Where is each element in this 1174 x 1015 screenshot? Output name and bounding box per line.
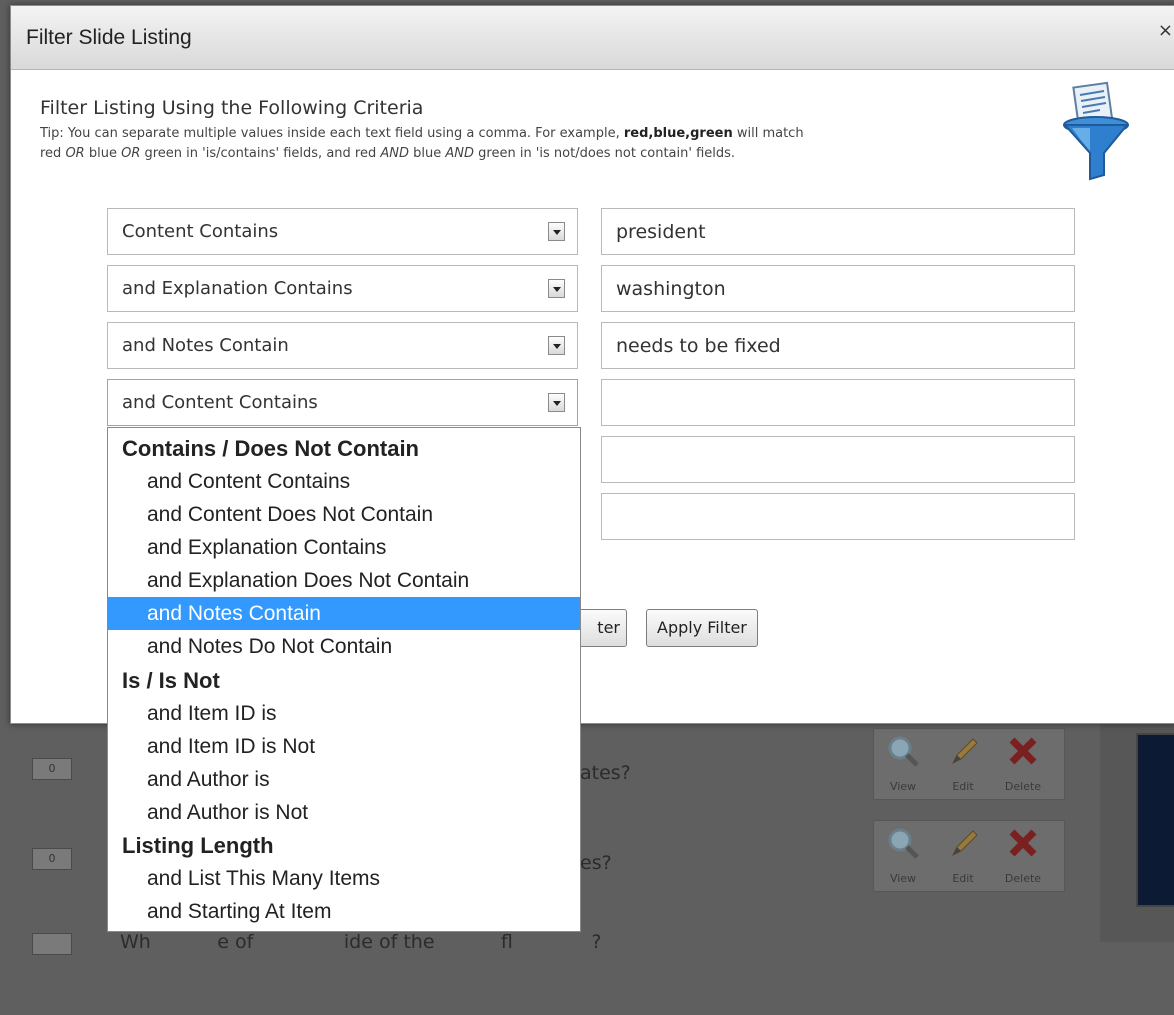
vote-count — [32, 933, 72, 955]
criteria-select-value: and Content Contains — [122, 392, 318, 413]
dropdown-option[interactable]: and Content Does Not Contain — [108, 498, 580, 531]
dropdown-option[interactable]: and Explanation Does Not Contain — [108, 564, 580, 597]
criteria-select-3[interactable]: and Notes Contain — [107, 322, 578, 369]
criteria-value-field-5[interactable] — [601, 436, 1075, 483]
chevron-down-icon[interactable] — [548, 393, 565, 412]
tip-or: OR — [121, 146, 141, 161]
vote-count: 0 — [32, 758, 72, 780]
row-actions: View Edit Delete — [873, 820, 1065, 892]
pencil-icon — [951, 738, 978, 765]
tip-line2-part: blue — [409, 146, 446, 161]
dropdown-group-label: Is / Is Not — [122, 668, 220, 693]
pencil-icon — [951, 830, 978, 857]
chevron-down-icon[interactable] — [548, 222, 565, 241]
criteria-select-4[interactable]: and Content Contains — [107, 379, 578, 426]
dropdown-option-selected[interactable]: and Notes Contain — [108, 597, 580, 630]
tip-line2-part: blue — [84, 146, 122, 161]
filter-funnel-icon — [1062, 81, 1130, 181]
delete-icon — [1009, 829, 1037, 857]
tip-line1-prefix: Tip: You can separate multiple values in… — [40, 126, 624, 141]
dropdown-option[interactable]: and Starting At Item — [108, 895, 580, 928]
tip-line2-part: green in 'is/contains' fields, and red — [140, 146, 381, 161]
dropdown-option[interactable]: and List This Many Items — [108, 862, 580, 895]
question-text[interactable]: ates? — [580, 762, 631, 784]
tip-example: red,blue,green — [623, 126, 733, 141]
dropdown-group-label: Listing Length — [122, 833, 274, 858]
tip-and: AND — [445, 146, 475, 161]
question-text[interactable]: es? — [580, 852, 612, 874]
criteria-select-value: and Explanation Contains — [122, 278, 353, 299]
delete-button[interactable]: Delete — [996, 729, 1050, 799]
slide-thumbnail[interactable] — [1136, 733, 1174, 907]
delete-label: Delete — [1004, 872, 1042, 885]
dropdown-option[interactable]: and Author is — [108, 763, 580, 796]
criteria-value-field-2[interactable] — [601, 265, 1075, 312]
criteria-value-field-1[interactable] — [601, 208, 1075, 255]
row-actions: View Edit Delete — [873, 728, 1065, 800]
delete-button[interactable]: Delete — [996, 821, 1050, 891]
magnifier-icon — [888, 736, 919, 767]
dropdown-option[interactable]: and Item ID is Not — [108, 730, 580, 763]
edit-button[interactable]: Edit — [936, 729, 990, 799]
delete-icon — [1009, 737, 1037, 765]
view-label: View — [889, 780, 917, 793]
criteria-dropdown-list[interactable]: Contains / Does Not Contain and Content … — [107, 427, 581, 932]
view-label: View — [889, 872, 917, 885]
chevron-down-icon[interactable] — [548, 336, 565, 355]
tip-line2-part: red — [40, 146, 66, 161]
tip-and: AND — [380, 146, 409, 161]
tip-or: OR — [65, 146, 85, 161]
criteria-select-value: and Notes Contain — [122, 335, 289, 356]
criteria-select-value: Content Contains — [122, 221, 279, 242]
criteria-select-2[interactable]: and Explanation Contains — [107, 265, 578, 312]
edit-label: Edit — [952, 872, 974, 885]
dropdown-option[interactable]: and Content Contains — [108, 465, 580, 498]
delete-label: Delete — [1004, 780, 1042, 793]
edit-button[interactable]: Edit — [936, 821, 990, 891]
dropdown-option[interactable]: and Author is Not — [108, 796, 580, 829]
edit-label: Edit — [952, 780, 974, 793]
tip-line1-suffix: will match — [732, 126, 804, 141]
criteria-heading: Filter Listing Using the Following Crite… — [40, 97, 424, 119]
dropdown-option[interactable]: and Item ID is — [108, 697, 580, 730]
dialog-title: Filter Slide Listing — [26, 26, 192, 49]
criteria-select-1[interactable]: Content Contains — [107, 208, 578, 255]
dropdown-option[interactable]: and Explanation Contains — [108, 531, 580, 564]
dialog-header: Filter Slide Listing × — [11, 6, 1174, 70]
chevron-down-icon[interactable] — [548, 279, 565, 298]
criteria-value-field-4[interactable] — [601, 379, 1075, 426]
magnifier-icon — [888, 828, 919, 859]
criteria-value-field-6[interactable] — [601, 493, 1075, 540]
tip-line2-part: green in 'is not/does not contain' field… — [474, 146, 736, 161]
vote-count: 0 — [32, 848, 72, 870]
view-button[interactable]: View — [876, 821, 930, 891]
question-text[interactable]: Wh e of ide of the fl ? — [120, 931, 602, 953]
criteria-value-field-3[interactable] — [601, 322, 1075, 369]
dropdown-option[interactable]: and Notes Do Not Contain — [108, 630, 580, 663]
view-button[interactable]: View — [876, 729, 930, 799]
close-icon[interactable]: × — [1158, 20, 1173, 41]
apply-filter-button[interactable]: Apply Filter — [646, 609, 758, 647]
dropdown-group-label: Contains / Does Not Contain — [122, 436, 419, 461]
tip-text: Tip: You can separate multiple values in… — [40, 124, 1070, 164]
